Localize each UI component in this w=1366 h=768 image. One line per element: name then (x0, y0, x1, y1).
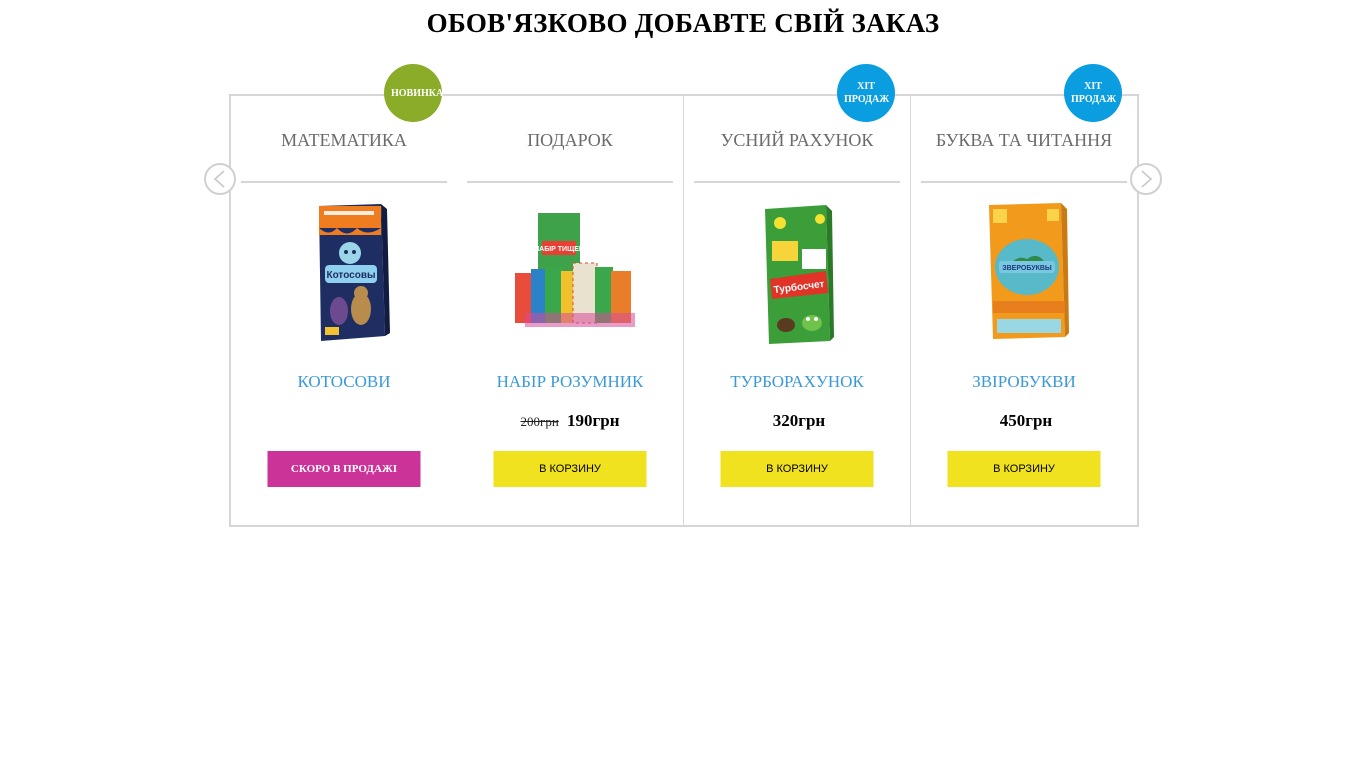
product-category: БУКВА ТА ЧИТАННЯ (935, 130, 1113, 150)
product-name[interactable]: ТУРБОРАХУНОК (684, 372, 910, 392)
box-title-nabir: НАБІР ТИЩЕЙ (534, 244, 584, 253)
card-divider (467, 181, 673, 183)
badge-bestseller: ХІТ ПРОДАЖ (1064, 64, 1122, 122)
product-image-kotosovy[interactable]: Котосовы (269, 201, 419, 346)
product-name[interactable]: ЗВІРОБУКВИ (911, 372, 1137, 392)
add-to-cart-button[interactable]: В КОРЗИНУ (493, 451, 647, 487)
product-card-kotosovy: МАТЕМАТИКА Котосовы КОТОСОВИ СКОРО В ПРО… (229, 94, 459, 527)
page-title: ОБОВ'ЯЗКОВО ДОБАВТЕ СВІЙ ЗАКАЗ (426, 8, 940, 38)
card-divider (921, 181, 1127, 183)
product-slider: МАТЕМАТИКА Котосовы КОТОСОВИ СКОРО В ПРО… (229, 94, 1139, 527)
badge-new: НОВИНКА (384, 64, 443, 122)
card-divider (694, 181, 900, 183)
product-category: ПОДАРОК (527, 130, 613, 150)
add-to-cart-button[interactable]: В КОРЗИНУ (720, 451, 874, 487)
product-category: УСНИЙ РАХУНОК (720, 130, 874, 150)
product-image-nabir[interactable]: НАБІР ТИЩЕЙ (495, 201, 645, 346)
box-title-kotosovy: Котосовы (326, 270, 375, 281)
coming-soon-button[interactable]: СКОРО В ПРОДАЖІ (267, 451, 421, 487)
chevron-right-icon (1141, 170, 1153, 188)
product-image-turbo[interactable]: Турбосчет (722, 201, 872, 346)
product-price: 450грн (911, 411, 1137, 431)
product-price: 320грн (684, 411, 910, 431)
product-image-zvirobukvy[interactable]: ЗВЕРОБУКВЫ (949, 201, 1099, 346)
slider-prev-button[interactable] (204, 163, 236, 195)
old-price: 200грн (520, 414, 559, 429)
product-name[interactable]: КОТОСОВИ (231, 372, 457, 392)
card-divider (241, 181, 447, 183)
box-title-zviro: ЗВЕРОБУКВЫ (1002, 265, 1052, 272)
current-price: 450грн (999, 411, 1053, 430)
current-price: 190грн (567, 411, 620, 430)
product-card-turbo: УСНИЙ РАХУНОК Турбосчет ТУРБОРАХУНОК 320… (684, 94, 912, 527)
slider-next-button[interactable] (1130, 163, 1162, 195)
product-name[interactable]: НАБІР РОЗУМНИК (457, 372, 683, 392)
current-price: 320грн (772, 411, 826, 430)
product-price: 200грн 190грн (457, 411, 683, 431)
product-category: МАТЕМАТИКА (281, 130, 407, 150)
product-card-nabir: ПОДАРОК НАБІР ТИЩЕЙ НАБІР РОЗУМНИК 200гр… (457, 94, 685, 527)
badge-bestseller: ХІТ ПРОДАЖ (837, 64, 895, 122)
chevron-left-icon (213, 170, 225, 188)
product-card-zvirobukvy: БУКВА ТА ЧИТАННЯ ЗВЕРОБУКВЫ ЗВІРОБУКВИ 4… (911, 94, 1139, 527)
add-to-cart-button[interactable]: В КОРЗИНУ (947, 451, 1101, 487)
product-price (231, 411, 457, 431)
